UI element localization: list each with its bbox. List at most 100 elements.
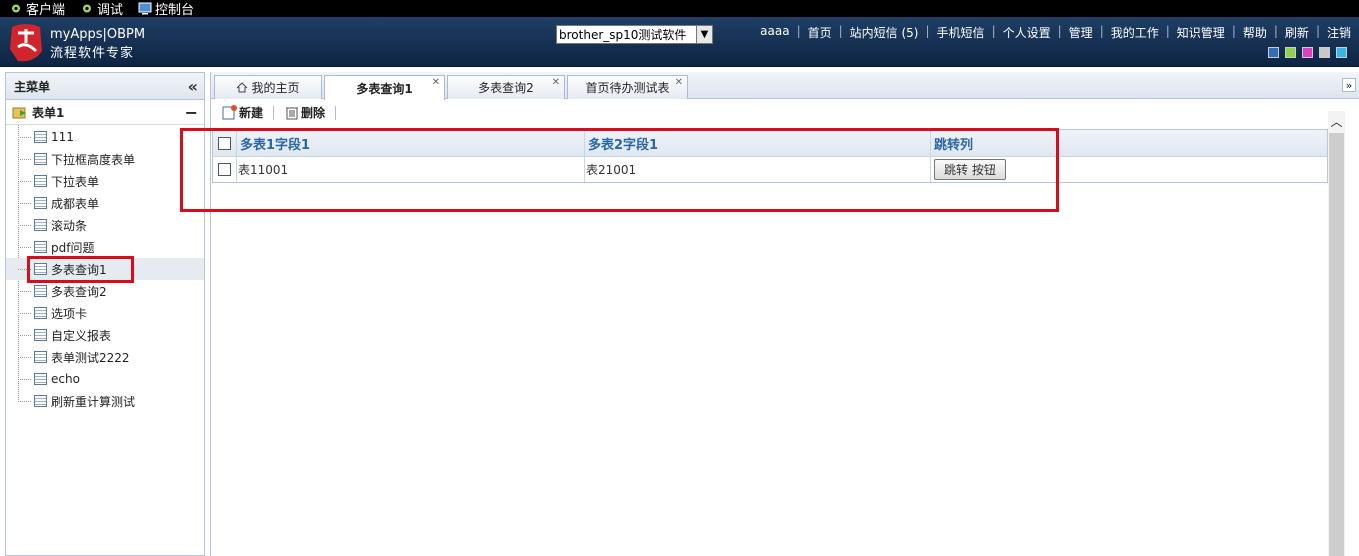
- form-icon: [34, 329, 47, 341]
- sidebar-item[interactable]: 多表查询2: [6, 280, 204, 302]
- new-button[interactable]: 新建: [222, 104, 263, 121]
- sidebar-item-label: 刷新重计算测试: [51, 394, 136, 409]
- software-select[interactable]: brother_sp10测试软件 ▼: [556, 25, 713, 44]
- sidebar-item[interactable]: echo: [6, 368, 204, 390]
- delete-button[interactable]: 删除: [284, 104, 325, 121]
- sidebar-item[interactable]: 成都表单: [6, 192, 204, 214]
- topbar-debug[interactable]: 调试: [80, 0, 123, 18]
- skin-swatch[interactable]: [1319, 47, 1330, 58]
- tab-multi-query-2[interactable]: 多表查询2 ✕: [447, 75, 565, 99]
- app-header: myApps|OBPM 流程软件专家 brother_sp10测试软件 ▼ aa…: [0, 17, 1359, 67]
- sidebar-group[interactable]: 表单1 −: [6, 100, 204, 125]
- tab-home[interactable]: 我的主页: [214, 75, 322, 99]
- grid-cell: 表21001: [585, 157, 931, 182]
- delete-button-label: 删除: [301, 106, 326, 120]
- form-icon: [34, 395, 47, 407]
- nav-separator: |: [1231, 24, 1236, 38]
- close-icon[interactable]: ✕: [552, 77, 560, 88]
- gear-icon: [12, 4, 20, 13]
- toolbar-divider: [273, 105, 275, 120]
- sidebar-item[interactable]: 自定义报表: [6, 324, 204, 346]
- tab-list-chevron-icon[interactable]: »: [1342, 78, 1356, 92]
- row-checkbox[interactable]: [218, 163, 231, 176]
- sidebar-item[interactable]: 多表查询1: [6, 258, 204, 280]
- tab-strip: 我的主页 多表查询1 ✕ 多表查询2 ✕ 首页待办测试表 ✕ »: [211, 72, 1359, 100]
- column-header[interactable]: 跳转列: [931, 130, 1327, 156]
- toolbar-divider: [335, 105, 337, 120]
- sidebar-item-label: 滚动条: [51, 218, 88, 233]
- nav-link[interactable]: 个人设置: [1003, 24, 1051, 41]
- data-grid: 多表1字段1 多表2字段1 跳转列 表11001 表21001 跳转 按钮: [212, 129, 1328, 183]
- group-toggle-icon[interactable]: −: [185, 103, 198, 122]
- form-icon: [34, 197, 47, 209]
- close-icon[interactable]: ✕: [432, 77, 440, 88]
- sidebar-item-label: 111: [51, 130, 74, 144]
- form-icon: [34, 307, 47, 319]
- topbar-client[interactable]: 客户端: [9, 0, 65, 18]
- sidebar-item-label: pdf问题: [51, 240, 95, 255]
- tab-label: 多表查询1: [356, 81, 413, 96]
- close-icon[interactable]: ✕: [675, 77, 683, 88]
- nav-link[interactable]: 帮助: [1243, 24, 1267, 41]
- sidebar-item[interactable]: 刷新重计算测试: [6, 390, 204, 412]
- skin-swatch[interactable]: [1336, 47, 1347, 58]
- sidebar-item[interactable]: 选项卡: [6, 302, 204, 324]
- row-select-cell: [213, 157, 237, 182]
- jump-button[interactable]: 跳转 按钮: [934, 159, 1006, 180]
- sidebar-item-label: echo: [51, 372, 80, 386]
- monitor-icon: [138, 2, 152, 15]
- new-button-label: 新建: [239, 106, 264, 120]
- nav-link[interactable]: 注销: [1327, 24, 1351, 41]
- nav-separator: |: [925, 24, 930, 38]
- column-header[interactable]: 多表2字段1: [585, 130, 931, 156]
- table-row[interactable]: 表11001 表21001 跳转 按钮: [213, 156, 1327, 182]
- sidebar-item[interactable]: 下拉框高度表单: [6, 148, 204, 170]
- nav-separator: |: [1057, 24, 1062, 38]
- sidebar-item[interactable]: 滚动条: [6, 214, 204, 236]
- nav-link[interactable]: 知识管理: [1177, 24, 1225, 41]
- tab-home-todo[interactable]: 首页待办测试表 ✕: [567, 75, 688, 99]
- form-icon: [34, 373, 47, 385]
- sidebar-item[interactable]: 下拉表单: [6, 170, 204, 192]
- nav-link[interactable]: 手机短信: [937, 24, 985, 41]
- form-icon: [34, 175, 47, 187]
- home-icon: [237, 82, 248, 93]
- column-header[interactable]: 多表1字段1: [237, 130, 585, 156]
- sidebar: 主菜单 « 表单1 − 111 下拉框高度表单下拉表单成都表单滚动条 pdf问题多表…: [5, 72, 205, 556]
- vertical-scrollbar[interactable]: ︿: [1328, 111, 1345, 556]
- skin-swatch[interactable]: [1285, 47, 1296, 58]
- sidebar-header: 主菜单 «: [6, 73, 204, 100]
- nav-link[interactable]: 刷新: [1285, 24, 1309, 41]
- form-icon: [34, 219, 47, 231]
- tab-multi-query-1[interactable]: 多表查询1 ✕: [324, 75, 445, 100]
- nav-link[interactable]: 管理: [1069, 24, 1093, 41]
- sidebar-item-label: 下拉表单: [51, 174, 100, 189]
- select-all-checkbox[interactable]: [218, 136, 231, 150]
- skin-swatch[interactable]: [1268, 47, 1279, 58]
- skin-picker: [1262, 47, 1347, 58]
- brand-name: myApps|OBPM: [50, 27, 146, 42]
- toolbar: 新建 删除: [211, 100, 1359, 125]
- sidebar-item[interactable]: 111: [6, 126, 204, 148]
- grid-cell-action: 跳转 按钮: [931, 157, 1327, 182]
- sidebar-item[interactable]: 表单测试2222: [6, 346, 204, 368]
- skin-swatch[interactable]: [1302, 47, 1313, 58]
- nav-link[interactable]: 首页: [808, 24, 832, 41]
- main-panel: 我的主页 多表查询1 ✕ 多表查询2 ✕ 首页待办测试表 ✕ » 新建 删除 多…: [210, 72, 1359, 556]
- nav-link[interactable]: 站内短信 (5): [850, 24, 919, 41]
- brand-slogan: 流程软件专家: [50, 46, 135, 61]
- tab-label: 我的主页: [251, 81, 300, 95]
- folder-arrow-icon: [12, 107, 26, 119]
- scroll-thumb[interactable]: [1329, 133, 1344, 556]
- sidebar-item[interactable]: pdf问题: [6, 236, 204, 258]
- nav-link[interactable]: 我的工作: [1111, 24, 1159, 41]
- nav-separator: |: [1165, 24, 1170, 38]
- collapse-icon[interactable]: «: [188, 77, 198, 96]
- new-document-icon: [222, 105, 237, 120]
- nav-separator: |: [838, 24, 843, 38]
- select-all-cell: [213, 130, 237, 156]
- topbar-console[interactable]: 控制台: [138, 0, 194, 18]
- software-select-value: brother_sp10测试软件: [559, 28, 687, 42]
- scroll-up-icon[interactable]: ︿: [1328, 113, 1345, 130]
- nav-link[interactable]: aaaa: [760, 24, 789, 41]
